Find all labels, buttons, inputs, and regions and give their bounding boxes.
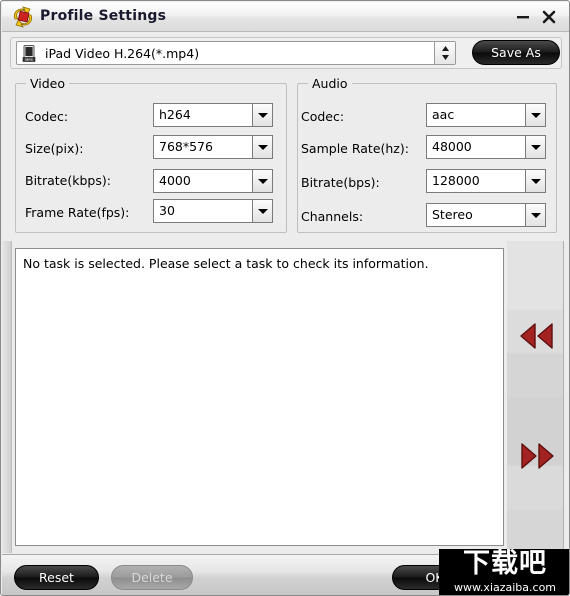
title-bar: Profile Settings [2, 2, 569, 32]
double-arrow-right-icon[interactable] [517, 439, 557, 473]
audio-bitrate-value: 128000 [432, 173, 480, 188]
task-info-message: No task is selected. Please select a tas… [23, 256, 429, 271]
save-as-button[interactable]: Save As [472, 40, 560, 65]
video-size-select[interactable]: 768*576 [153, 135, 273, 159]
convert-icon [12, 6, 34, 28]
audio-bitrate-select[interactable]: 128000 [426, 169, 546, 193]
audio-codec-value: aac [432, 107, 455, 122]
audio-channels-select[interactable]: Stereo [426, 203, 546, 227]
nav-panel [507, 241, 564, 553]
video-bitrate-value: 4000 [159, 173, 191, 188]
video-framerate-label: Frame Rate(fps): [25, 205, 130, 220]
chevron-down-icon [525, 104, 545, 126]
ipad-mp4-icon: MP4 [22, 45, 39, 62]
profile-spinner[interactable] [434, 42, 455, 64]
audio-codec-label: Codec: [301, 109, 345, 124]
double-arrow-left-icon[interactable] [517, 319, 557, 353]
chevron-down-icon [525, 136, 545, 158]
video-size-value: 768*576 [159, 139, 213, 154]
video-group-title: Video [26, 76, 70, 91]
reset-button[interactable]: Reset [14, 565, 99, 590]
chevron-down-icon [252, 104, 272, 126]
video-framerate-select[interactable]: 30 [153, 199, 273, 223]
video-framerate-value: 30 [159, 203, 175, 218]
profile-selected-label: iPad Video H.264(*.mp4) [45, 46, 200, 61]
task-info-box: No task is selected. Please select a tas… [15, 248, 504, 546]
chevron-down-icon [525, 170, 545, 192]
video-bitrate-select[interactable]: 4000 [153, 169, 273, 193]
close-icon[interactable] [540, 8, 558, 26]
audio-group-title: Audio [308, 76, 352, 91]
profile-settings-window: Profile Settings MP4 iPad Video H.264(*.… [0, 0, 570, 596]
profile-select[interactable]: MP4 iPad Video H.264(*.mp4) [16, 41, 456, 65]
watermark: 下载吧 www.xiazaiba.com [439, 549, 569, 595]
chevron-down-icon [525, 204, 545, 226]
audio-samplerate-select[interactable]: 48000 [426, 135, 546, 159]
video-codec-label: Codec: [25, 109, 69, 124]
window-title: Profile Settings [40, 8, 167, 24]
left-strip [2, 241, 12, 553]
audio-channels-value: Stereo [432, 207, 473, 222]
delete-button: Delete [111, 565, 193, 590]
video-size-label: Size(pix): [25, 141, 84, 156]
svg-text:MP4: MP4 [25, 58, 33, 62]
minimize-button[interactable] [514, 8, 532, 26]
audio-channels-label: Channels: [301, 209, 364, 224]
audio-samplerate-value: 48000 [432, 139, 472, 154]
chevron-down-icon [252, 200, 272, 222]
chevron-down-icon [252, 136, 272, 158]
audio-bitrate-label: Bitrate(bps): [301, 175, 380, 190]
video-codec-select[interactable]: h264 [153, 103, 273, 127]
watermark-logo-text: 下载吧 [463, 549, 547, 579]
chevron-down-icon [252, 170, 272, 192]
watermark-url: www.xiazaiba.com [453, 581, 557, 594]
audio-samplerate-label: Sample Rate(hz): [301, 141, 409, 156]
audio-codec-select[interactable]: aac [426, 103, 546, 127]
video-codec-value: h264 [159, 107, 191, 122]
video-bitrate-label: Bitrate(kbps): [25, 173, 111, 188]
